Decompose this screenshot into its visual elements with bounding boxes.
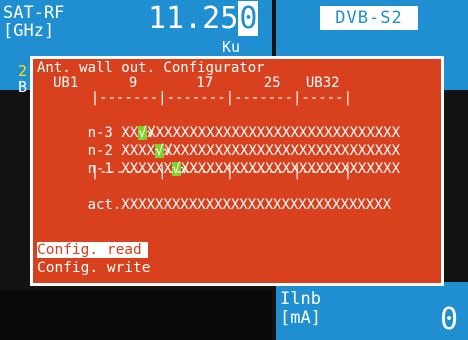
frequency-digits: 11.25 (148, 1, 239, 36)
sat-rf-label: SAT-RF (3, 3, 65, 23)
lnb-current-label: Ilnb (280, 289, 321, 309)
bottom-left-panel (0, 290, 272, 340)
frequency-unit-label: [GHz] (3, 21, 55, 41)
standard-badge[interactable]: DVB-S2 (320, 6, 418, 30)
lnb-current-unit: [mA] (280, 308, 321, 328)
analyzer-screen: SAT-RF [GHz] 11.250 Ku 2 B DVB-S2 Ilnb [… (0, 0, 468, 340)
active-row: act.XXXXXXXXXXXXXXXXXXXXXXXXXXXXXXXX (37, 183, 391, 228)
ub-header: UB1 9 17 25 UB32 (53, 75, 340, 91)
config-write-item[interactable]: Config. write (37, 260, 151, 276)
ruler-top: |-------|-------|-------|-----| (57, 90, 353, 106)
config-read-item[interactable]: Config. read (37, 242, 148, 258)
lnb-current-value: 0 (440, 302, 459, 337)
dialog-title: Ant. wall out. Configurator (37, 60, 265, 76)
configurator-dialog: Ant. wall out. Configurator UB1 9 17 25 … (30, 56, 444, 286)
frequency-cursor-digit[interactable]: 0 (238, 1, 259, 36)
active-label: act. (87, 197, 122, 213)
lnb-current-panel[interactable]: Ilnb [mA] 0 (276, 282, 468, 340)
ruler-bottom: |-------|-------|-------|-----| (57, 164, 353, 180)
band-label: Ku (222, 38, 241, 56)
side-indicator-2: B (18, 78, 28, 96)
active-slots: XXXXXXXXXXXXXXXXXXXXXXXXXXXXXXXX (121, 197, 392, 213)
frequency-value[interactable]: 11.250 (148, 1, 259, 36)
